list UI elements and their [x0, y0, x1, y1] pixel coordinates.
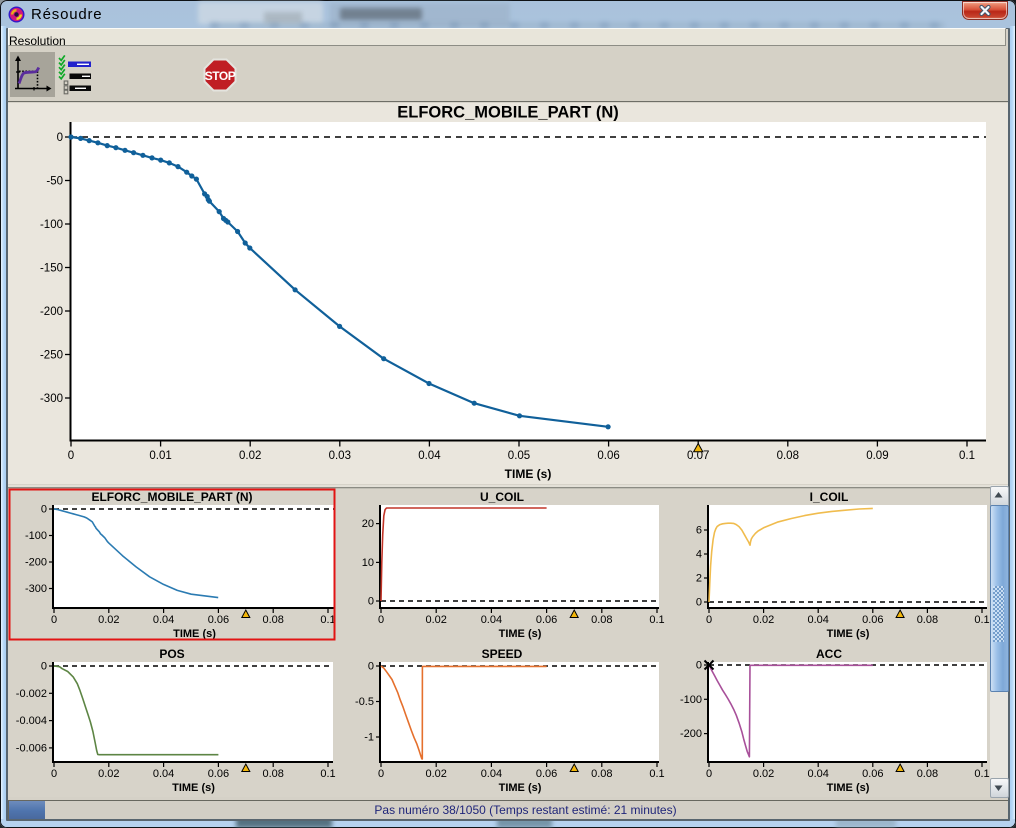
- svg-text:0.1: 0.1: [320, 614, 335, 626]
- svg-text:0.02: 0.02: [425, 614, 446, 626]
- svg-text:0: 0: [41, 661, 47, 673]
- svg-text:0: 0: [57, 132, 63, 144]
- svg-text:0.02: 0.02: [753, 614, 774, 626]
- svg-text:0.08: 0.08: [262, 614, 283, 626]
- svg-text:0.04: 0.04: [481, 614, 502, 626]
- svg-text:0.04: 0.04: [807, 614, 828, 626]
- svg-text:0.1: 0.1: [959, 450, 975, 462]
- svg-text:TIME (s): TIME (s): [505, 467, 552, 481]
- svg-text:2: 2: [696, 573, 702, 585]
- svg-text:-100: -100: [680, 694, 702, 706]
- svg-text:-0.002: -0.002: [16, 688, 47, 700]
- svg-text:TIME (s): TIME (s): [173, 628, 216, 640]
- svg-text:0.08: 0.08: [262, 768, 283, 780]
- svg-text:0: 0: [51, 614, 57, 626]
- svg-text:TIME (s): TIME (s): [499, 628, 542, 640]
- svg-text:0: 0: [51, 768, 57, 780]
- svg-text:TIME (s): TIME (s): [827, 782, 870, 794]
- svg-text:-300: -300: [40, 393, 63, 405]
- svg-text:ELFORC_MOBILE_PART (N): ELFORC_MOBILE_PART (N): [397, 104, 619, 122]
- svg-text:-150: -150: [40, 263, 63, 275]
- svg-text:I_COIL: I_COIL: [810, 490, 849, 504]
- svg-text:0.08: 0.08: [591, 768, 612, 780]
- svg-text:0: 0: [696, 660, 702, 672]
- svg-text:TIME (s): TIME (s): [499, 782, 542, 794]
- svg-text:0.06: 0.06: [208, 614, 229, 626]
- svg-text:0.06: 0.06: [208, 768, 229, 780]
- svg-text:0.08: 0.08: [917, 614, 938, 626]
- svg-text:ACC: ACC: [816, 647, 842, 661]
- svg-text:0.02: 0.02: [98, 614, 119, 626]
- svg-text:0.03: 0.03: [329, 450, 351, 462]
- svg-text:-200: -200: [40, 306, 63, 318]
- svg-text:6: 6: [696, 525, 702, 537]
- svg-text:0: 0: [68, 450, 74, 462]
- svg-text:-50: -50: [46, 176, 63, 188]
- svg-text:0.06: 0.06: [536, 768, 557, 780]
- svg-text:0.01: 0.01: [149, 450, 171, 462]
- svg-text:0.06: 0.06: [597, 450, 619, 462]
- svg-text:0.02: 0.02: [98, 768, 119, 780]
- svg-text:TIME (s): TIME (s): [827, 628, 870, 640]
- svg-text:-0.004: -0.004: [16, 715, 47, 727]
- svg-text:SPEED: SPEED: [482, 647, 523, 661]
- svg-text:0: 0: [41, 504, 47, 516]
- svg-text:0.09: 0.09: [866, 450, 888, 462]
- svg-text:0.04: 0.04: [481, 768, 502, 780]
- svg-text:0.04: 0.04: [807, 768, 828, 780]
- svg-text:ELFORC_MOBILE_PART (N): ELFORC_MOBILE_PART (N): [91, 490, 252, 504]
- svg-text:0.1: 0.1: [649, 614, 664, 626]
- svg-text:-0.5: -0.5: [355, 696, 374, 708]
- svg-text:0.04: 0.04: [418, 450, 441, 462]
- svg-text:-300: -300: [25, 583, 47, 595]
- svg-text:0.04: 0.04: [153, 614, 174, 626]
- svg-text:STOP: STOP: [205, 69, 236, 83]
- svg-text:-200: -200: [680, 728, 702, 740]
- svg-text:0.1: 0.1: [320, 768, 335, 780]
- svg-text:0.1: 0.1: [974, 614, 989, 626]
- svg-text:0: 0: [368, 596, 374, 608]
- svg-text:0.02: 0.02: [753, 768, 774, 780]
- svg-text:0.04: 0.04: [153, 768, 174, 780]
- svg-text:0: 0: [706, 768, 712, 780]
- svg-text:0.06: 0.06: [536, 614, 557, 626]
- svg-text:-0.006: -0.006: [16, 742, 47, 754]
- svg-text:-1: -1: [364, 732, 374, 744]
- svg-text:0.08: 0.08: [591, 614, 612, 626]
- svg-text:-200: -200: [25, 557, 47, 569]
- svg-text:-100: -100: [25, 530, 47, 542]
- svg-text:0.08: 0.08: [917, 768, 938, 780]
- svg-text:0.02: 0.02: [425, 768, 446, 780]
- svg-text:U_COIL: U_COIL: [480, 490, 524, 504]
- svg-text:4: 4: [696, 549, 702, 561]
- svg-text:0: 0: [368, 661, 374, 673]
- svg-text:0: 0: [378, 614, 384, 626]
- svg-text:0.02: 0.02: [239, 450, 261, 462]
- svg-text:0.08: 0.08: [777, 450, 799, 462]
- svg-text:TIME (s): TIME (s): [172, 782, 215, 794]
- svg-text:0.05: 0.05: [508, 450, 530, 462]
- svg-text:-250: -250: [40, 350, 63, 362]
- svg-text:0.06: 0.06: [862, 768, 883, 780]
- svg-text:0.1: 0.1: [974, 768, 989, 780]
- svg-text:-100: -100: [40, 219, 63, 231]
- svg-text:10: 10: [362, 557, 374, 569]
- svg-text:0.1: 0.1: [649, 768, 664, 780]
- svg-text:POS: POS: [159, 647, 184, 661]
- svg-text:0: 0: [696, 597, 702, 609]
- svg-text:0.06: 0.06: [862, 614, 883, 626]
- svg-text:0: 0: [378, 768, 384, 780]
- svg-text:20: 20: [362, 518, 374, 530]
- svg-text:0: 0: [706, 614, 712, 626]
